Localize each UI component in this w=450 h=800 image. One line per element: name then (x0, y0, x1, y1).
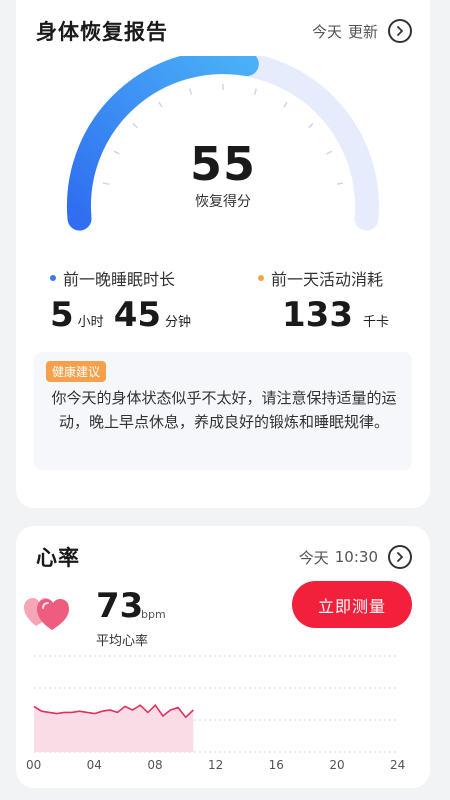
recovery-score-label: 恢复得分 (195, 194, 251, 210)
heart-icon (24, 598, 69, 630)
recovery-title: 身体恢复报告 (36, 20, 168, 44)
heart-rate-time-link[interactable]: 今天 10:30 (299, 545, 412, 569)
x-tick-label: 16 (268, 758, 284, 772)
x-tick-label: 00 (26, 758, 42, 772)
sleep-label: 前一晚睡眠时长 (63, 270, 176, 289)
sleep-hours: 5 (50, 295, 74, 335)
heart-rate-label: 平均心率 (96, 634, 149, 649)
gauge-tick (188, 88, 193, 95)
heart-rate-area (34, 705, 194, 752)
sleep-stat-title: 前一晚睡眠时长 (50, 266, 175, 290)
sleep-hours-unit: 小时 (77, 315, 104, 330)
gauge-tick (253, 88, 258, 95)
health-advice-box: 健康建议 你今天的身体状态似乎不太好，请注意保持适量的运动，晚上早点休息，养成良… (34, 352, 412, 470)
x-tick-label: 08 (147, 758, 163, 772)
activity-dot-icon (258, 275, 264, 281)
chevron-right-icon[interactable] (388, 19, 412, 43)
heart-rate-chart (33, 655, 398, 753)
measure-now-button[interactable]: 立即测量 (292, 581, 412, 628)
sleep-dot-icon (50, 275, 56, 281)
activity-unit: 千卡 (362, 315, 389, 330)
heart-meta-day: 今天 (298, 548, 329, 567)
sleep-minutes: 45 (113, 295, 162, 335)
sleep-minutes-unit: 分钟 (165, 315, 192, 330)
recovery-meta-day: 今天 (311, 22, 342, 41)
health-advice-tag: 健康建议 (46, 361, 107, 382)
gauge-tick (308, 123, 314, 129)
heart-rate-unit: bpm (141, 608, 166, 621)
gauge-tick (283, 101, 288, 108)
x-tick-label: 04 (86, 758, 102, 772)
chevron-right-icon[interactable] (388, 545, 412, 569)
gauge-tick (132, 123, 138, 129)
x-tick-label: 24 (390, 758, 406, 772)
activity-value: 133 千卡 (282, 295, 395, 335)
heart-rate-value: 73 (96, 586, 144, 626)
activity-label: 前一天活动消耗 (271, 270, 384, 289)
x-tick-label: 12 (208, 758, 224, 772)
activity-calories: 133 (282, 295, 353, 335)
heart-meta-time: 10:30 (334, 548, 378, 566)
sleep-value: 5 小时 45 分钟 (50, 295, 197, 335)
gauge-tick (158, 101, 163, 108)
x-tick-label: 20 (329, 758, 345, 772)
heart-rate-title: 心率 (36, 546, 80, 570)
recovery-card: 身体恢复报告 今天 更新 55 恢复得分 前一晚睡眠时长 5 小时 45 分钟 … (16, 0, 430, 508)
activity-stat-title: 前一天活动消耗 (258, 266, 383, 290)
recovery-score: 55 (189, 137, 256, 191)
recovery-meta-action: 更新 (347, 22, 378, 41)
health-advice-text: 你今天的身体状态似乎不太好，请注意保持适量的运动，晚上早点休息，养成良好的锻炼和… (51, 389, 397, 431)
recovery-update-link[interactable]: 今天 更新 (312, 19, 412, 43)
